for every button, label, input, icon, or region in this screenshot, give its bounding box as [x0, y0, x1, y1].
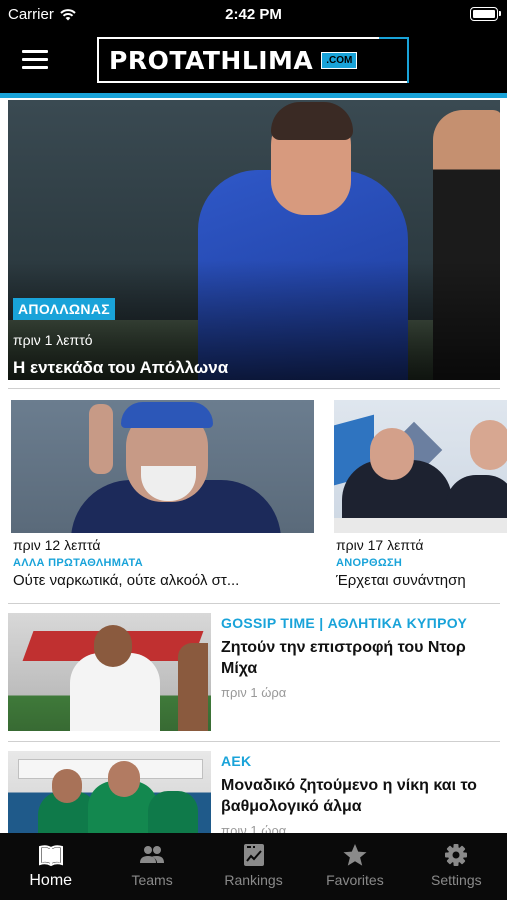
hamburger-icon-bar: [22, 58, 48, 61]
divider: [8, 741, 500, 742]
photo-cap: [121, 402, 213, 428]
article-timestamp: πριν 12 λεπτά: [13, 537, 101, 553]
photo-hand: [89, 404, 113, 474]
photo-jersey: [148, 791, 198, 833]
app-header: PROTATHLIMA .COM: [0, 30, 507, 93]
article-row[interactable]: ΑΕΚ Μοναδικό ζητούμενο η νίκη και το βαθ…: [8, 751, 500, 833]
status-bar: Carrier 2:42 PM: [0, 0, 507, 30]
article-card[interactable]: πριν 17 λεπτά ΑΝΟΡΘΩΣΗ Έρχεται συνάντηση: [334, 400, 507, 595]
photo-face: [470, 420, 507, 470]
article-category: GOSSIP TIME | ΑΘΛΗΤΙΚΑ ΚΥΠΡΟΥ: [221, 615, 468, 631]
hero-photo-coach-hair: [271, 102, 353, 140]
divider: [8, 388, 500, 389]
tab-label: Settings: [431, 872, 482, 888]
tab-home[interactable]: Home: [0, 833, 101, 900]
photo-face: [94, 625, 132, 667]
battery-icon: [470, 7, 501, 21]
tab-rankings[interactable]: Rankings: [203, 833, 304, 900]
tab-label: Favorites: [326, 872, 384, 888]
tab-label: Teams: [131, 872, 173, 888]
tab-favorites[interactable]: Favorites: [304, 833, 405, 900]
rankings-icon: [243, 844, 264, 866]
article-card[interactable]: πριν 12 λεπτά ΑΛΛΑ ΠΡΩΤΑΘΛΗΜΑΤΑ Ούτε ναρ…: [11, 400, 316, 595]
article-timestamp: πριν 1 ώρα: [221, 685, 287, 700]
book-icon: [38, 845, 63, 867]
article-category: ΑΛΛΑ ΠΡΩΤΑΘΛΗΜΑΤΑ: [13, 557, 143, 569]
tab-teams[interactable]: Teams: [101, 833, 202, 900]
tab-bar: Home Teams Rankings Favorites Settings: [0, 833, 507, 900]
photo-face: [52, 769, 82, 803]
hamburger-icon: [22, 50, 48, 53]
tab-label: Home: [29, 872, 73, 889]
hero-title: Η εντεκάδα του Απόλλωνα: [13, 358, 229, 377]
photo-face: [108, 761, 140, 797]
photo-table: [334, 518, 507, 533]
article-category: ΑΕΚ: [221, 753, 252, 769]
divider: [8, 603, 500, 604]
star-icon: [343, 844, 367, 866]
photo-arm: [178, 643, 208, 731]
article-timestamp: πριν 17 λεπτά: [336, 537, 424, 553]
hamburger-icon-bar: [22, 66, 48, 69]
article-title: Ζητούν την επιστροφή του Ντορ Μίχα: [221, 639, 466, 677]
article-title: Μοναδικό ζητούμενο η νίκη και το βαθμολο…: [221, 777, 477, 815]
tab-label: Rankings: [224, 872, 283, 888]
hero-article[interactable]: ΑΠΟΛΛΩΝΑΣ πριν 1 λεπτό Η εντεκάδα του Απ…: [8, 100, 500, 380]
logo-text: PROTATHLIMA: [109, 45, 314, 75]
article-category: ΑΝΟΡΘΩΣΗ: [336, 557, 403, 569]
article-title: Ούτε ναρκωτικά, ούτε αλκοόλ στ...: [13, 572, 240, 589]
article-image: [11, 400, 314, 533]
article-image: [8, 613, 211, 731]
hero-timestamp: πριν 1 λεπτό: [13, 332, 93, 348]
photo-face: [370, 428, 414, 480]
logo-accent: [379, 37, 409, 83]
news-feed[interactable]: ΑΠΟΛΛΩΝΑΣ πριν 1 λεπτό Η εντεκάδα του Απ…: [0, 98, 507, 833]
article-title: Έρχεται συνάντηση: [336, 572, 466, 589]
tab-settings[interactable]: Settings: [406, 833, 507, 900]
logo-domain: .COM: [321, 51, 358, 69]
article-image: [8, 751, 211, 833]
hero-category-badge: ΑΠΟΛΛΩΝΑΣ: [13, 298, 115, 320]
gear-icon: [445, 844, 468, 866]
clock: 2:42 PM: [225, 6, 282, 23]
logo[interactable]: PROTATHLIMA .COM: [97, 37, 409, 83]
article-row[interactable]: GOSSIP TIME | ΑΘΛΗΤΙΚΑ ΚΥΠΡΟΥ Ζητούν την…: [8, 613, 500, 735]
people-icon: [140, 846, 165, 863]
menu-button[interactable]: [22, 50, 48, 70]
article-image: [334, 400, 507, 533]
article-timestamp: πριν 1 ώρα: [221, 823, 287, 833]
